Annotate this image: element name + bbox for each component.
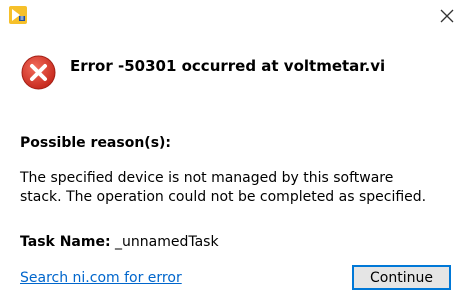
labview-app-icon — [9, 6, 27, 24]
reason-line-2: stack. The operation could not be comple… — [20, 189, 427, 205]
task-name-label: Task Name: — [20, 234, 111, 250]
reason-heading: Possible reason(s): — [20, 135, 172, 151]
reason-description: The specified device is not managed by t… — [20, 169, 455, 207]
close-button[interactable] — [437, 6, 457, 26]
reason-line-1: The specified device is not managed by t… — [20, 170, 394, 186]
continue-button[interactable]: Continue — [352, 265, 451, 290]
task-name-row: Task Name: _unnamedTask — [20, 234, 219, 250]
task-name-value: _unnamedTask — [110, 234, 219, 250]
close-icon — [440, 9, 454, 23]
search-error-link[interactable]: Search ni.com for error — [20, 270, 182, 286]
error-x-icon — [21, 55, 56, 90]
error-dialog: Error -50301 occurred at voltmetar.vi Po… — [0, 0, 463, 301]
error-title: Error -50301 occurred at voltmetar.vi — [70, 57, 386, 75]
